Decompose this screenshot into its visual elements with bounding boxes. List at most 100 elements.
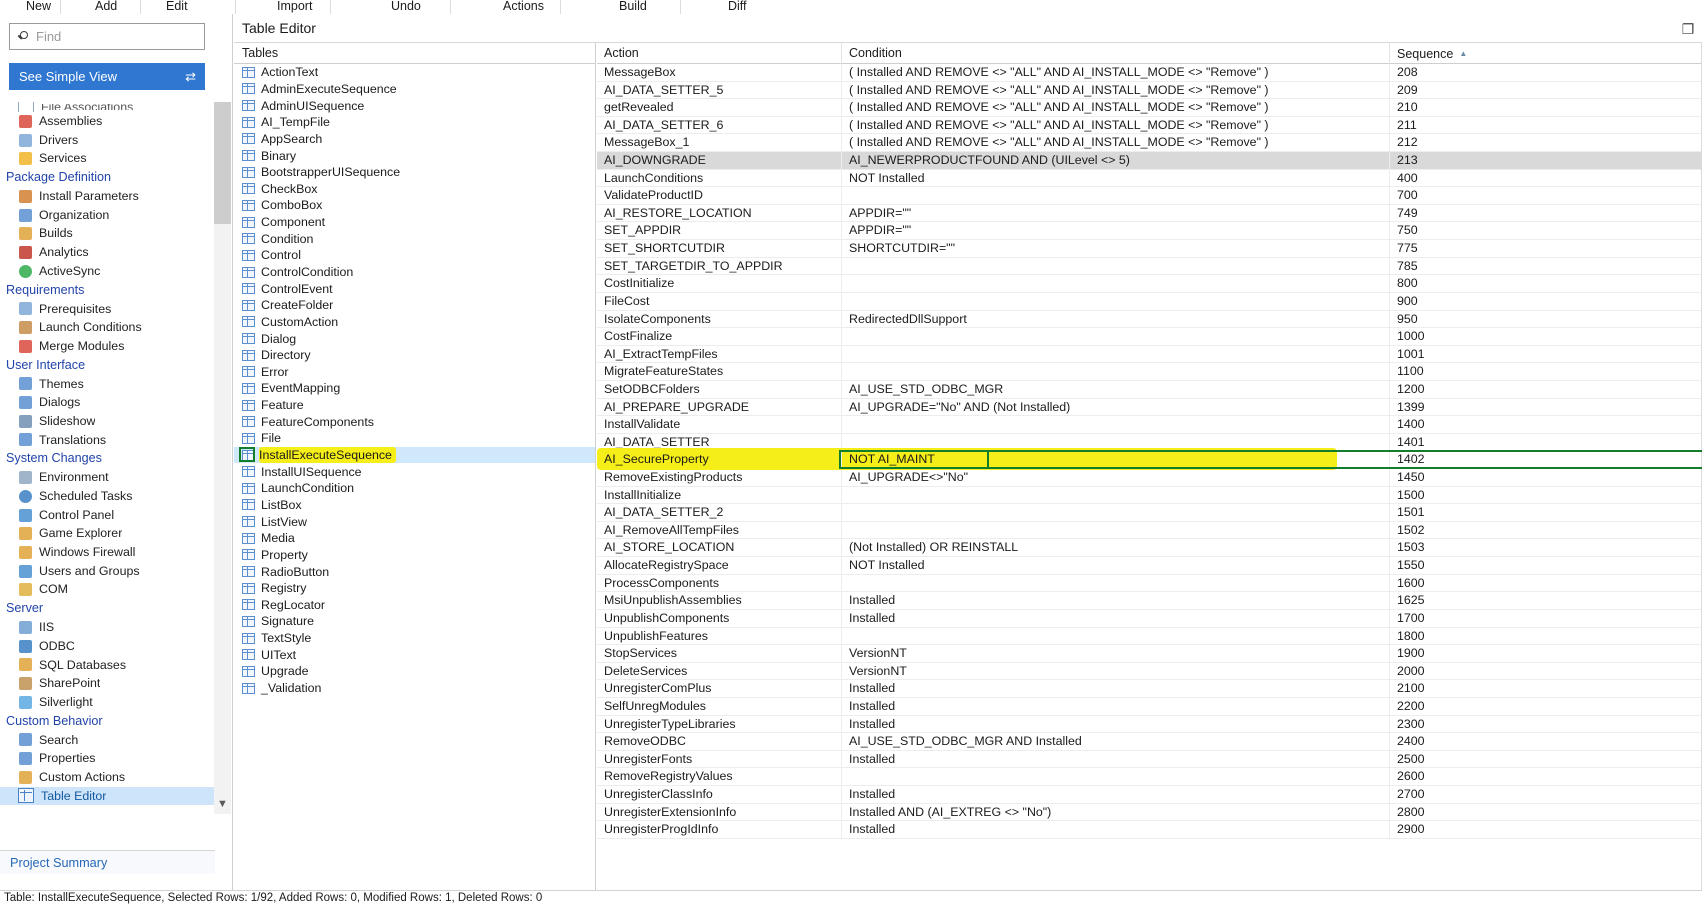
menu-item-diff[interactable]: Diff <box>728 0 747 13</box>
sidebar-item-activesync[interactable]: ActiveSync <box>0 262 215 281</box>
sidebar-item-search[interactable]: Search <box>0 731 215 750</box>
table-cell-sequence[interactable]: 2400 <box>1389 733 1529 751</box>
table-row[interactable]: SelfUnregModules Installed 2200 <box>597 697 1702 716</box>
table-row[interactable]: AI_STORE_LOCATION (Not Installed) OR REIN… <box>597 539 1702 558</box>
table-row[interactable]: AI_DATA_SETTER_5( Installed AND REMOVE <… <box>597 81 1702 100</box>
table-cell-condition[interactable] <box>841 275 1389 293</box>
table-cell-sequence[interactable]: 800 <box>1389 275 1529 293</box>
sidebar-scroll-down-icon[interactable]: ▼ <box>214 797 231 814</box>
table-row[interactable]: IsolateComponents RedirectedDllSupport 950 <box>597 310 1702 329</box>
table-cell-condition[interactable]: Installed AND (AI_EXTREG <> "No") <box>841 803 1389 822</box>
table-cell-action[interactable]: ProcessComponents <box>597 575 841 593</box>
table-list-item[interactable]: CustomAction <box>234 314 595 331</box>
sidebar-item-windows-firewall[interactable]: Windows Firewall <box>0 543 215 562</box>
table-row[interactable]: ValidateProductID 700 <box>597 187 1702 205</box>
table-cell-action[interactable]: CostFinalize <box>597 328 841 346</box>
sidebar-item-users-and-groups[interactable]: Users and Groups <box>0 562 215 581</box>
search-input[interactable]: Find <box>9 23 205 50</box>
table-row[interactable]: ProcessComponents 1600 <box>597 574 1702 593</box>
table-cell-condition[interactable]: Installed <box>841 821 1389 839</box>
table-cell-condition[interactable] <box>841 292 1389 311</box>
sidebar-item-com[interactable]: COM <box>0 580 215 599</box>
table-cell-action[interactable]: SET_TARGETDIR_TO_APPDIR <box>597 258 841 276</box>
table-cell-condition[interactable]: ( Installed AND REMOVE <> "ALL" AND AI_I… <box>841 99 1389 117</box>
table-cell-action[interactable]: RemoveExistingProducts <box>597 469 841 487</box>
table-cell-condition[interactable]: AI_NEWERPRODUCTFOUND AND (UILevel <> 5) <box>841 152 1389 170</box>
table-cell-condition[interactable]: ( Installed AND REMOVE <> "ALL" AND AI_I… <box>841 64 1389 82</box>
table-cell-action[interactable]: AI_SecureProperty <box>597 451 841 469</box>
table-cell-sequence[interactable]: 2200 <box>1389 697 1529 716</box>
table-cell-action[interactable]: SET_APPDIR <box>597 222 841 240</box>
table-cell-sequence[interactable]: 211 <box>1389 116 1529 135</box>
table-row[interactable]: getRevealed( Installed AND REMOVE <> "AL… <box>597 99 1702 117</box>
table-cell-sequence[interactable]: 1401 <box>1389 433 1529 452</box>
sidebar-item-sharepoint[interactable]: SharePoint <box>0 674 215 693</box>
table-cell-condition[interactable] <box>841 574 1389 593</box>
table-cell-sequence[interactable]: 1625 <box>1389 592 1529 610</box>
table-cell-action[interactable]: UnregisterProgIdInfo <box>597 821 841 839</box>
table-cell-sequence[interactable]: 1399 <box>1389 398 1529 417</box>
sidebar-item-odbc[interactable]: ODBC <box>0 637 215 656</box>
table-cell-condition[interactable]: AI_USE_STD_ODBC_MGR <box>841 380 1389 399</box>
table-row[interactable]: MessageBox( Installed AND REMOVE <> "ALL… <box>597 64 1702 82</box>
table-row[interactable]: FileCost 900 <box>597 292 1702 311</box>
table-cell-condition[interactable]: RedirectedDllSupport <box>841 310 1389 329</box>
table-row[interactable]: UnregisterFonts Installed 2500 <box>597 750 1702 769</box>
table-row[interactable]: UnpublishFeatures 1800 <box>597 627 1702 646</box>
menu-item-import[interactable]: Import <box>277 0 312 13</box>
grid-column-header-action[interactable]: Action <box>597 43 841 64</box>
sidebar-item-merge-modules[interactable]: Merge Modules <box>0 337 215 356</box>
table-cell-condition[interactable]: Installed <box>841 592 1389 610</box>
table-cell-action[interactable]: AI_STORE_LOCATION <box>597 539 841 557</box>
table-cell-action[interactable]: UnregisterClassInfo <box>597 786 841 804</box>
sidebar-scrollbar[interactable]: ▼ <box>214 102 231 814</box>
table-cell-action[interactable]: MsiUnpublishAssemblies <box>597 592 841 610</box>
table-list-item[interactable]: RegLocator <box>234 597 595 614</box>
table-cell-action[interactable]: IsolateComponents <box>597 311 841 329</box>
sidebar-item-prerequisites[interactable]: Prerequisites <box>0 300 215 319</box>
table-cell-condition[interactable]: ( Installed AND REMOVE <> "ALL" AND AI_I… <box>841 134 1389 153</box>
table-cell-sequence[interactable]: 950 <box>1389 310 1529 329</box>
table-cell-condition[interactable] <box>841 768 1389 786</box>
table-cell-action[interactable]: UnregisterComPlus <box>597 680 841 698</box>
table-list-item[interactable]: EventMapping <box>234 380 595 397</box>
table-cell-sequence[interactable]: 212 <box>1389 134 1529 153</box>
table-cell-condition[interactable]: NOT Installed <box>841 169 1389 188</box>
table-cell-condition[interactable]: Installed <box>841 715 1389 734</box>
table-cell-sequence[interactable]: 2000 <box>1389 662 1529 681</box>
table-cell-sequence[interactable]: 785 <box>1389 257 1529 276</box>
table-list-item-selected[interactable]: InstallExecuteSequence <box>234 446 595 464</box>
table-cell-condition[interactable] <box>841 416 1389 434</box>
table-list-item[interactable]: AdminExecuteSequence <box>234 81 595 98</box>
table-cell-sequence[interactable]: 900 <box>1389 292 1529 311</box>
table-cell-sequence[interactable]: 2700 <box>1389 785 1529 804</box>
restore-window-icon[interactable]: ❐ <box>1678 19 1698 39</box>
table-cell-action[interactable]: AI_DOWNGRADE <box>597 152 841 170</box>
table-cell-condition[interactable] <box>841 328 1389 346</box>
table-cell-sequence[interactable]: 2600 <box>1389 768 1529 786</box>
table-cell-action[interactable]: AI_PREPARE_UPGRADE <box>597 399 841 417</box>
sidebar-item-custom-actions[interactable]: Custom Actions <box>0 768 215 787</box>
table-cell-sequence[interactable]: 210 <box>1389 99 1529 117</box>
sidebar-item-dialogs[interactable]: Dialogs <box>0 393 215 412</box>
table-cell-condition[interactable] <box>841 486 1389 505</box>
sidebar-item-analytics[interactable]: Analytics <box>0 243 215 262</box>
table-cell-sequence[interactable]: 400 <box>1389 169 1529 188</box>
table-cell-sequence[interactable]: 750 <box>1389 222 1529 241</box>
sidebar-scrollbar-thumb[interactable] <box>214 102 231 224</box>
table-list-item[interactable]: Signature <box>234 613 595 630</box>
sidebar-item-scheduled-tasks[interactable]: Scheduled Tasks <box>0 487 215 506</box>
project-summary-link[interactable]: Project Summary <box>0 850 215 874</box>
table-row[interactable]: AI_SecureProperty NOT AI_MAINT 1402 <box>597 448 1702 471</box>
table-cell-condition[interactable] <box>841 521 1389 540</box>
table-row[interactable]: UnregisterTypeLibraries Installed 2300 <box>597 715 1702 734</box>
grid-column-header-condition[interactable]: Condition <box>841 43 1389 64</box>
table-cell-sequence[interactable]: 1502 <box>1389 521 1529 540</box>
table-list-item[interactable]: File <box>234 430 595 447</box>
table-cell-condition[interactable]: SHORTCUTDIR="" <box>841 240 1389 258</box>
table-cell-sequence[interactable]: 1402 <box>1389 451 1529 470</box>
menu-item-new[interactable]: New <box>26 0 51 13</box>
table-cell-action[interactable]: AllocateRegistrySpace <box>597 557 841 575</box>
table-list-item[interactable]: ControlCondition <box>234 264 595 281</box>
table-cell-action[interactable]: FileCost <box>597 293 841 311</box>
